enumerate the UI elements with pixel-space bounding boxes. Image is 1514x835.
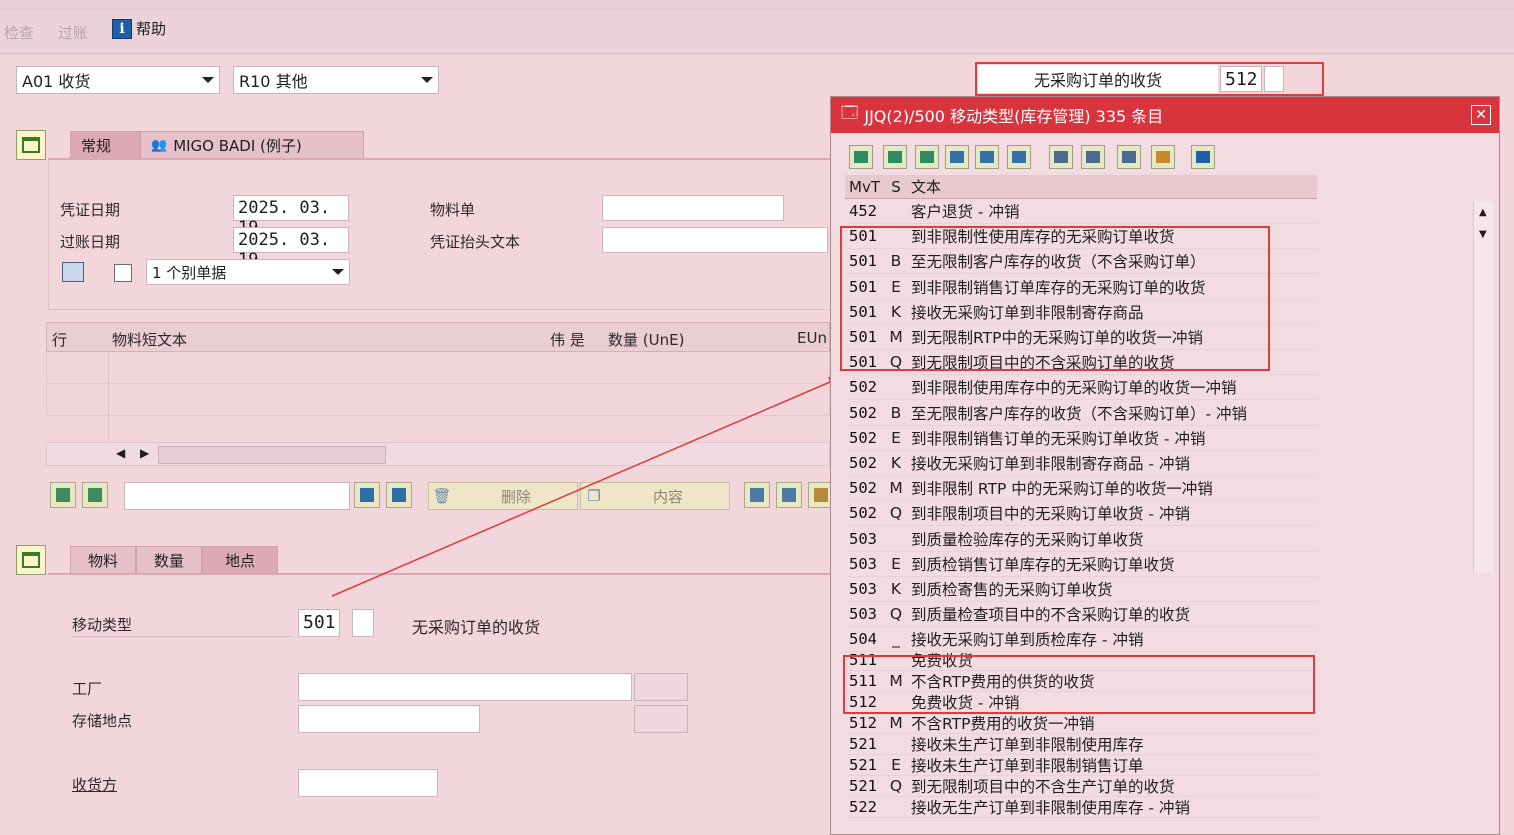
row-mvt: 522	[849, 798, 877, 816]
row-mvt: 521	[849, 756, 877, 774]
find-next-icon[interactable]	[975, 145, 999, 169]
scroll-up-icon[interactable]: ▲	[1479, 207, 1487, 218]
col-mvt: MvT	[849, 177, 880, 196]
list-item[interactable]: 503 到质量检验库存的无采购订单收货	[845, 527, 1317, 552]
row-mvt: 503	[849, 605, 877, 624]
layout-icon[interactable]	[1151, 145, 1175, 169]
row-mvt: 503	[849, 554, 877, 573]
list-item[interactable]: 521 E 接收未生产订单到非限制销售订单	[845, 755, 1317, 776]
row-text: 到非限制销售订单的无采购订单收货 - 冲销	[911, 429, 1206, 448]
row-mvt: 502	[849, 454, 877, 472]
row-text: 接收未生产订单到非限制使用库存	[911, 736, 1144, 754]
list-item[interactable]: 502 K 接收无采购订单到非限制寄存商品 - 冲销	[845, 451, 1317, 476]
popup-vertical-scrollbar[interactable]: ▲ ▼	[1473, 201, 1493, 573]
row-special-stock: Q	[889, 605, 903, 624]
list-item[interactable]: 503 K 到质检寄售的无采购订单收货	[845, 577, 1317, 602]
close-icon[interactable]: ✕	[1471, 105, 1491, 125]
row-mvt: 452	[849, 202, 877, 220]
row-text: 到非限制使用库存中的无采购订单的收货一冲销	[911, 379, 1237, 398]
sort-descending-icon[interactable]	[915, 145, 939, 169]
row-special-stock: K	[890, 454, 902, 472]
print-preview-icon[interactable]	[1081, 145, 1105, 169]
row-text: 不含RTP费用的收货一冲销	[911, 715, 1095, 733]
list-item[interactable]: 452 客户退货 - 冲销	[845, 199, 1317, 224]
row-text: 到质量检查项目中的不含采购订单的收货	[911, 606, 1191, 625]
row-special-stock: K	[890, 580, 902, 598]
list-item[interactable]: 512 M 不含RTP费用的收货一冲销	[845, 713, 1317, 734]
row-text: 到无限制项目中的不含生产订单的收货	[911, 778, 1175, 796]
row-text: 到非限制项目中的无采购订单收货 - 冲销	[911, 505, 1190, 524]
print-icon[interactable]	[1049, 145, 1073, 169]
row-mvt: 502	[849, 403, 877, 422]
row-mvt: 521	[849, 777, 877, 795]
row-mvt: 502	[849, 428, 877, 447]
zoom-icon[interactable]	[849, 145, 873, 169]
movement-type-popup: 🗔 JJQ(2)/500 移动类型(库存管理) 335 条目 ✕ MvT S 文…	[830, 96, 1500, 835]
row-text: 至无限制客户库存的收货（不含采购订单）- 冲销	[911, 404, 1248, 423]
row-mvt: 502	[849, 479, 877, 498]
row-special-stock: Q	[889, 504, 903, 523]
row-mvt: 502	[849, 378, 877, 397]
row-text: 到质检销售订单库存的无采购订单收货	[911, 555, 1175, 574]
highlight-511-512-group	[843, 655, 1315, 714]
row-text: 到质检寄售的无采购订单收货	[911, 581, 1113, 599]
list-item[interactable]: 502 E 到非限制销售订单的无采购订单收货 - 冲销	[845, 426, 1317, 451]
row-special-stock: Q	[889, 777, 903, 795]
row-text: 到非限制 RTP 中的无采购订单的收货一冲销	[911, 480, 1213, 499]
popup-title: JJQ(2)/500 移动类型(库存管理) 335 条目	[864, 107, 1164, 126]
sort-ascending-icon[interactable]	[883, 145, 907, 169]
find-icon[interactable]	[945, 145, 969, 169]
col-text: 文本	[911, 178, 942, 196]
info-icon[interactable]	[1191, 145, 1215, 169]
row-mvt: 503	[849, 580, 877, 598]
list-item[interactable]: 502 B 至无限制客户库存的收货（不含采购订单）- 冲销	[845, 401, 1317, 426]
row-special-stock: M	[889, 479, 903, 498]
row-special-stock: B	[890, 403, 902, 422]
list-item[interactable]: 521 Q 到无限制项目中的不含生产订单的收货	[845, 776, 1317, 797]
scroll-down-icon[interactable]: ▼	[1479, 229, 1487, 240]
filter-icon[interactable]	[1007, 145, 1031, 169]
row-special-stock: E	[891, 428, 901, 447]
row-special-stock: E	[891, 756, 901, 774]
list-item[interactable]: 503 Q 到质量检查项目中的不含采购订单的收货	[845, 602, 1317, 628]
row-text: 客户退货 - 冲销	[911, 203, 1020, 221]
row-text: 接收未生产订单到非限制销售订单	[911, 757, 1144, 775]
row-mvt: 512	[849, 714, 877, 732]
list-item[interactable]: 502 M 到非限制 RTP 中的无采购订单的收货一冲销	[845, 476, 1317, 502]
export-icon[interactable]	[1117, 145, 1141, 169]
row-mvt: 521	[849, 735, 877, 753]
list-item[interactable]: 502 到非限制使用库存中的无采购订单的收货一冲销	[845, 375, 1317, 401]
row-text: 到质量检验库存的无采购订单收货	[911, 530, 1144, 549]
list-item[interactable]: 502 Q 到非限制项目中的无采购订单收货 - 冲销	[845, 501, 1317, 527]
row-special-stock: E	[891, 554, 901, 573]
highlight-501-group	[840, 226, 1270, 371]
row-special-stock: M	[889, 714, 903, 732]
window-icon: 🗔	[841, 102, 859, 122]
row-text: 接收无生产订单到非限制使用库存 - 冲销	[911, 799, 1190, 817]
list-item[interactable]: 521 接收未生产订单到非限制使用库存	[845, 734, 1317, 755]
list-item[interactable]: 503 E 到质检销售订单库存的无采购订单收货	[845, 552, 1317, 577]
row-mvt: 503	[849, 529, 877, 548]
col-s: S	[891, 177, 901, 196]
row-mvt: 504	[849, 630, 877, 649]
row-text: 接收无采购订单到非限制寄存商品 - 冲销	[911, 455, 1190, 473]
row-mvt: 502	[849, 504, 877, 523]
row-special-stock: _	[892, 630, 900, 649]
popup-list-header: MvT S 文本	[845, 175, 1317, 199]
popup-title-bar: 🗔 JJQ(2)/500 移动类型(库存管理) 335 条目 ✕	[831, 97, 1499, 133]
row-text: 接收无采购订单到质检库存 - 冲销	[911, 631, 1144, 650]
list-item[interactable]: 522 接收无生产订单到非限制使用库存 - 冲销	[845, 797, 1317, 818]
